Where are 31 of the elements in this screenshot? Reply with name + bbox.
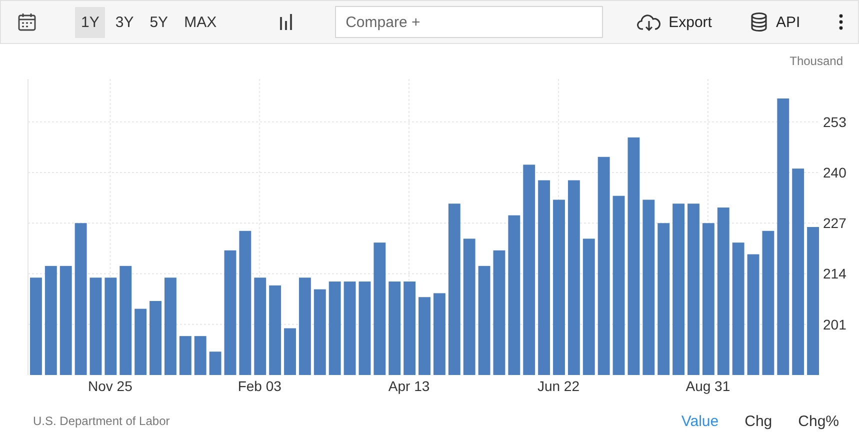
chart-bar xyxy=(194,336,206,375)
axis-label: Feb 03 xyxy=(238,378,282,394)
axis-label: 214 xyxy=(823,266,846,282)
axis-label: Aug 31 xyxy=(686,378,730,394)
bar-chart-icon[interactable] xyxy=(278,14,295,30)
cloud-download-icon xyxy=(636,13,661,31)
view-tab[interactable]: Chg% xyxy=(798,410,839,432)
range-tab[interactable]: 1Y xyxy=(75,6,106,38)
axis-label: 201 xyxy=(823,316,846,332)
chart-bar xyxy=(209,352,222,375)
axis-label: Nov 25 xyxy=(88,378,132,394)
chart-bar xyxy=(284,328,296,375)
source-text: U.S. Department of Labor xyxy=(33,414,170,428)
axis-label: Jun 22 xyxy=(537,378,580,394)
toolbar-button[interactable]: Export xyxy=(632,9,716,35)
range-tab[interactable]: 5Y xyxy=(144,6,174,38)
axis-label: 240 xyxy=(823,164,846,180)
range-tab[interactable]: 3Y xyxy=(109,6,140,38)
view-tab[interactable]: Chg xyxy=(744,410,772,432)
compare-field[interactable]: Compare + xyxy=(334,6,603,38)
axis-label: 227 xyxy=(823,215,846,232)
database-icon xyxy=(750,12,768,32)
more-icon[interactable] xyxy=(838,14,844,30)
toolbar-button[interactable]: API xyxy=(746,8,804,36)
chart-bar xyxy=(134,308,147,375)
unit-label: Thousand xyxy=(790,54,843,68)
axis-label: 253 xyxy=(823,114,846,130)
range-tab[interactable]: MAX xyxy=(178,6,223,38)
axis-label: Apr 13 xyxy=(388,378,430,394)
chart-bar xyxy=(179,336,192,375)
calendar-icon[interactable] xyxy=(17,12,37,32)
